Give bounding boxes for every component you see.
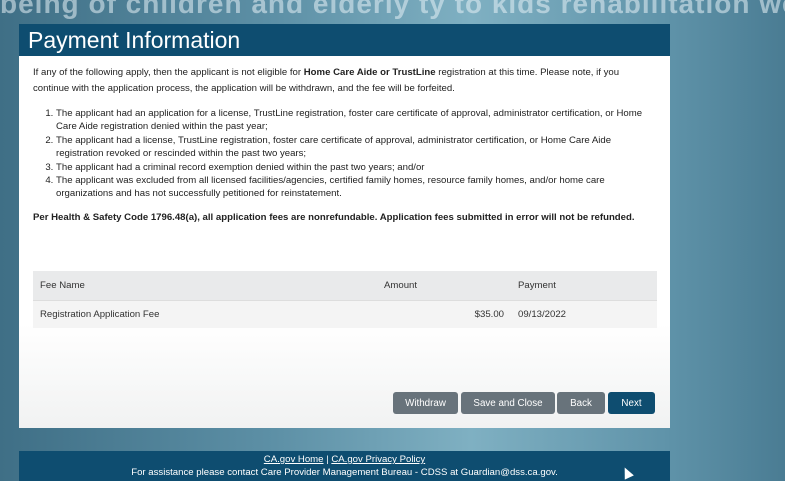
fee-table: Fee Name Amount Payment Registration App… — [33, 271, 657, 328]
ineligibility-list: The applicant had an application for a l… — [33, 107, 656, 201]
column-header-amount: Amount — [377, 271, 511, 301]
payment-panel: Payment Information If any of the follow… — [19, 24, 670, 428]
background-banner-text: being of children and elderly ty to kids… — [0, 0, 785, 19]
list-item: The applicant had a license, TrustLine r… — [56, 134, 656, 161]
page-title: Payment Information — [19, 24, 670, 56]
withdraw-button[interactable]: Withdraw — [393, 392, 458, 414]
ca-gov-privacy-policy-link[interactable]: CA.gov Privacy Policy — [331, 454, 425, 465]
next-button[interactable]: Next — [608, 392, 655, 414]
intro-paragraph: If any of the following apply, then the … — [33, 65, 656, 97]
intro-bold-text: Home Care Aide or TrustLine — [303, 67, 436, 78]
table-row: Registration Application Fee $35.00 09/1… — [33, 300, 657, 328]
intro-text-start: If any of the following apply, then the … — [33, 67, 304, 78]
payment-date-cell: 09/13/2022 — [511, 300, 657, 328]
table-header-row: Fee Name Amount Payment — [33, 271, 657, 301]
column-header-payment: Payment — [511, 271, 657, 301]
page-footer: CA.gov Home | CA.gov Privacy Policy For … — [19, 451, 670, 481]
back-button[interactable]: Back — [557, 392, 605, 414]
list-item: The applicant had a criminal record exem… — [56, 161, 656, 174]
fee-name-cell: Registration Application Fee — [33, 300, 377, 328]
footer-assistance-text: For assistance please contact Care Provi… — [131, 467, 558, 478]
panel-content: If any of the following apply, then the … — [19, 56, 670, 225]
ca-gov-home-link[interactable]: CA.gov Home — [264, 454, 324, 465]
list-item: The applicant had an application for a l… — [56, 107, 656, 134]
footer-links: CA.gov Home | CA.gov Privacy Policy — [19, 453, 670, 466]
fee-amount-cell: $35.00 — [377, 300, 511, 328]
list-item: The applicant was excluded from all lice… — [56, 174, 656, 201]
save-and-close-button[interactable]: Save and Close — [461, 392, 555, 414]
column-header-fee-name: Fee Name — [33, 271, 377, 301]
nonrefundable-notice: Per Health & Safety Code 1796.48(a), all… — [33, 211, 635, 223]
